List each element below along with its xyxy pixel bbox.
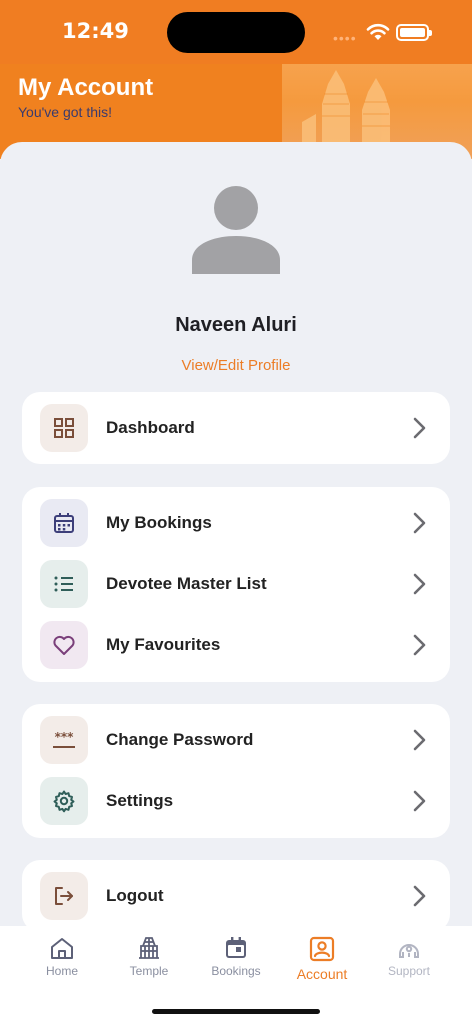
chevron-right-icon (413, 417, 426, 439)
home-icon (51, 938, 73, 959)
heart-icon (40, 621, 88, 669)
chevron-right-icon (413, 573, 426, 595)
tab-label: Bookings (211, 964, 261, 978)
profile-name: Naveen Aluri (175, 314, 297, 336)
battery-icon (396, 24, 432, 41)
menu-item-label: Settings (106, 791, 174, 810)
calendar-icon (226, 937, 246, 958)
menu-item-my-bookings[interactable]: My Bookings (22, 494, 450, 552)
page-title: My Account (18, 74, 154, 101)
temple-illustration (302, 70, 390, 142)
menu-item-label: Dashboard (106, 418, 195, 437)
tab-account[interactable]: Account (282, 936, 362, 982)
chevron-right-icon (413, 634, 426, 656)
chevron-right-icon (413, 729, 426, 751)
list-icon (40, 560, 88, 608)
tab-label: Account (296, 966, 348, 982)
menu-item-my-favourites[interactable]: My Favourites (22, 616, 450, 674)
view-edit-profile-link[interactable]: View/Edit Profile (0, 357, 472, 374)
chevron-right-icon (413, 512, 426, 534)
tab-label: Temple (129, 964, 169, 978)
status-bar: 12:49 •••• (0, 0, 472, 64)
status-time: 12:49 (62, 19, 129, 43)
menu-item-label: Devotee Master List (106, 574, 267, 593)
gear-icon (40, 777, 88, 825)
security-card: *** Change Password Settings (22, 704, 450, 838)
chevron-right-icon (413, 885, 426, 907)
signal-icon: •••• (333, 30, 357, 46)
dynamic-island (167, 12, 305, 53)
menu-item-label: My Favourites (106, 635, 221, 654)
menu-item-dashboard[interactable]: Dashboard (22, 399, 450, 457)
menu-item-label: Logout (106, 886, 164, 905)
dashboard-card: Dashboard (22, 392, 450, 464)
menu-item-change-password[interactable]: *** Change Password (22, 711, 450, 769)
tab-temple[interactable]: Temple (109, 936, 189, 978)
menu-item-settings[interactable]: Settings (22, 772, 450, 830)
logout-card: Logout (22, 860, 450, 932)
avatar[interactable] (190, 184, 282, 276)
menu-item-logout[interactable]: Logout (22, 867, 450, 925)
password-icon: *** (40, 716, 88, 764)
temple-icon (139, 937, 159, 959)
support-icon (399, 944, 419, 958)
tab-label: Home (45, 964, 78, 978)
menu-item-label: Change Password (106, 730, 254, 749)
menu-item-devotee-master-list[interactable]: Devotee Master List (22, 555, 450, 613)
activity-card: My Bookings Devotee Master List My Favou… (22, 487, 450, 682)
tab-bookings[interactable]: Bookings (196, 936, 276, 978)
tab-home[interactable]: Home (22, 936, 102, 978)
home-indicator (152, 1009, 320, 1014)
tab-support[interactable]: Support (369, 936, 449, 978)
logout-icon (40, 872, 88, 920)
grid-icon (40, 404, 88, 452)
chevron-right-icon (413, 790, 426, 812)
tab-label: Support (387, 964, 431, 978)
page-subtitle: You've got this! (18, 104, 113, 120)
account-icon (309, 936, 335, 962)
calendar-icon (40, 499, 88, 547)
wifi-icon (366, 23, 390, 40)
menu-item-label: My Bookings (106, 513, 212, 532)
svg-text:***: *** (55, 730, 75, 744)
